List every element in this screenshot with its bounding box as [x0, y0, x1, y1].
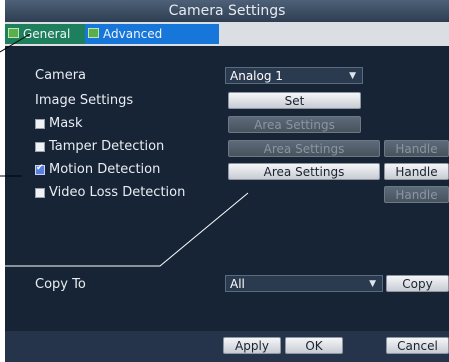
tab-icon: [8, 28, 19, 38]
mask-checkbox[interactable]: [35, 119, 45, 129]
camera-settings-dialog: Camera Settings General Advanced Camera …: [5, 0, 449, 362]
chevron-down-icon: ▼: [369, 279, 376, 289]
mask-area-settings-button[interactable]: Area Settings: [228, 116, 361, 133]
tamper-detection-label: Tamper Detection: [49, 139, 165, 154]
copy-to-select-value: All: [230, 277, 245, 291]
tab-advanced[interactable]: Advanced: [85, 24, 219, 44]
copy-to-select[interactable]: All ▼: [225, 275, 383, 292]
motion-detection-checkbox[interactable]: [35, 163, 45, 175]
copy-to-label: Copy To: [35, 277, 86, 292]
image-settings-label: Image Settings: [35, 93, 134, 108]
mask-label: Mask: [49, 116, 83, 131]
motion-handle-button[interactable]: Handle: [384, 163, 449, 180]
motion-area-settings-button[interactable]: Area Settings: [228, 163, 380, 180]
camera-label: Camera: [35, 68, 87, 83]
tab-advanced-label: Advanced: [103, 27, 163, 41]
video-loss-handle-button[interactable]: Handle: [384, 186, 449, 203]
motion-detection-label: Motion Detection: [49, 162, 161, 177]
chevron-down-icon: ▼: [349, 71, 356, 81]
video-loss-detection-label: Video Loss Detection: [49, 185, 186, 200]
cancel-button[interactable]: Cancel: [386, 337, 449, 354]
dialog-title: Camera Settings: [5, 0, 449, 22]
camera-select-value: Analog 1: [230, 69, 283, 83]
apply-button[interactable]: Apply: [223, 337, 281, 354]
ok-button[interactable]: OK: [285, 337, 343, 354]
tamper-handle-button[interactable]: Handle: [384, 140, 449, 157]
tab-bar: General Advanced: [5, 22, 449, 46]
tamper-detection-checkbox[interactable]: [35, 142, 45, 152]
video-loss-detection-checkbox[interactable]: [35, 188, 45, 198]
tab-icon: [88, 28, 99, 38]
set-button[interactable]: Set: [228, 92, 361, 109]
copy-button[interactable]: Copy: [386, 275, 449, 292]
tamper-area-settings-button[interactable]: Area Settings: [228, 140, 380, 157]
tab-general-label: General: [23, 27, 71, 41]
camera-select[interactable]: Analog 1 ▼: [225, 67, 363, 84]
